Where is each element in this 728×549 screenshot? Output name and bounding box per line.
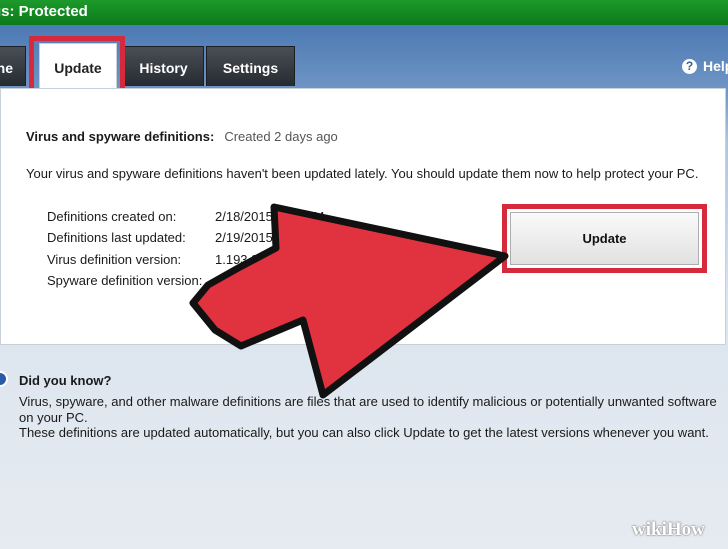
detail-label: Definitions last updated: <box>47 230 186 246</box>
detail-value: 1.193.269.0 <box>215 251 284 267</box>
detail-value: 2/18/2015 3:26 AM <box>215 209 325 224</box>
definitions-created: Created 2 days ago <box>224 129 338 144</box>
status-text: tus: Protected <box>0 3 88 20</box>
help-icon: ? <box>682 58 697 74</box>
help-label: Help <box>703 58 728 74</box>
help-link[interactable]: ? Help <box>682 58 728 74</box>
did-you-know-title: Did you know? <box>19 373 112 388</box>
tab-home[interactable]: ne <box>0 46 26 86</box>
detail-label: Virus definition version: <box>47 251 182 267</box>
wikihow-watermark: wikiHow <box>632 519 705 540</box>
did-you-know-body: Virus, spyware, and other malware defini… <box>19 394 719 441</box>
info-icon <box>0 371 8 387</box>
detail-label: Definitions created on: <box>47 209 177 224</box>
tab-history[interactable]: History <box>123 46 204 86</box>
detail-value: 2/19/2015 <box>215 230 273 246</box>
tab-settings[interactable]: Settings <box>206 46 295 86</box>
status-bar: tus: Protected <box>0 0 728 25</box>
did-you-know-line: These definitions are updated automatica… <box>19 425 709 440</box>
definitions-heading: Virus and spyware definitions: Created 2 … <box>26 129 338 144</box>
update-button[interactable]: Update <box>510 212 699 265</box>
definitions-heading-label: Virus and spyware definitions: <box>26 129 215 144</box>
definitions-warning: Your virus and spyware definitions haven… <box>26 166 699 181</box>
detail-value: 1.193.269.0 <box>215 272 284 288</box>
did-you-know-line: Virus, spyware, and other malware defini… <box>19 394 717 425</box>
tab-update[interactable]: Update <box>39 43 117 88</box>
detail-label: Spyware definition version: <box>47 272 203 288</box>
